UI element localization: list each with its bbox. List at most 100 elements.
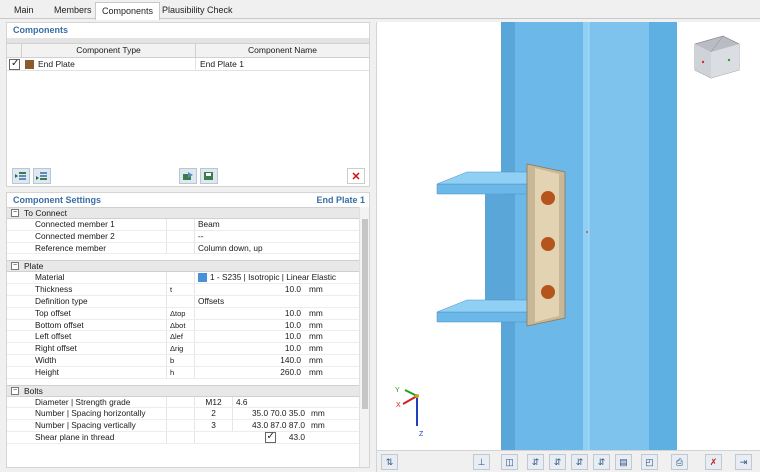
collapse-icon[interactable]: − — [11, 386, 19, 395]
navigation-cube[interactable] — [694, 35, 740, 79]
param-unit: mm — [309, 343, 323, 354]
table-row[interactable]: End Plate End Plate 1 — [7, 58, 369, 71]
material-value[interactable]: 1 - S235 | Isotropic | Linear Elastic — [195, 272, 369, 283]
display-menu-button[interactable]: ▤ — [615, 454, 632, 470]
row-check-cell — [7, 58, 22, 70]
print-icon: ⎙ — [675, 457, 684, 467]
table-row[interactable]: Bottom offset Δbot 10.0 mm — [7, 319, 369, 332]
print-button[interactable]: ⎙ — [671, 454, 688, 470]
param-value-a[interactable]: 2 — [195, 408, 233, 420]
table-row[interactable]: Right offset Δrig 10.0 mm — [7, 343, 369, 355]
row-checkbox[interactable] — [9, 58, 20, 70]
view-toggle-button[interactable]: ⇅ — [381, 454, 398, 470]
export-icon: ⇥ — [739, 457, 748, 467]
column-flange-right — [649, 22, 677, 450]
view-iso-icon: ⇵ — [597, 457, 606, 467]
param-value[interactable]: 10.0 — [195, 284, 305, 295]
table-row[interactable]: Connected member 1 Beam — [7, 219, 369, 231]
param-value-a[interactable]: M12 — [195, 396, 233, 408]
insert-after-icon — [36, 172, 47, 180]
table-row[interactable]: Diameter | Strength grade M12 4.6 — [7, 396, 369, 409]
param-value-b[interactable]: 35.0 70.0 35.0 — [233, 408, 307, 419]
settings-component-name: End Plate 1 — [316, 195, 365, 205]
import-component-button[interactable] — [179, 168, 197, 184]
header-component-type[interactable]: Component Type — [22, 44, 196, 57]
tab-main[interactable]: Main — [8, 2, 40, 19]
view-iso-button[interactable]: ⇵ — [593, 454, 610, 470]
tab-plausibility-check[interactable]: Plausibility Check — [156, 2, 239, 19]
param-name: Connected member 1 — [35, 219, 167, 230]
param-unit: mm — [311, 420, 325, 431]
param-value-b[interactable]: 4.6 — [233, 397, 307, 408]
param-value-a[interactable]: 3 — [195, 420, 233, 431]
table-row[interactable]: Material 1 - S235 | Isotropic | Linear E… — [7, 272, 369, 285]
scrollbar-thumb[interactable] — [362, 219, 368, 409]
param-name: Height — [35, 366, 167, 378]
param-value[interactable]: 10.0 — [195, 343, 305, 354]
table-row[interactable]: Width b 140.0 mm — [7, 354, 369, 367]
param-value[interactable]: -- — [195, 231, 369, 242]
param-unit: mm — [309, 354, 323, 365]
param-unit: mm — [311, 408, 325, 419]
table-row[interactable]: Number | Spacing vertically 3 43.0 87.0 87… — [7, 420, 369, 442]
settings-scrollbar[interactable] — [359, 207, 369, 467]
param-value[interactable]: 10.0 — [195, 331, 305, 342]
param-name: Left offset — [35, 331, 167, 343]
table-row[interactable]: Reference member Column down, up — [7, 242, 369, 255]
row-name-label[interactable]: End Plate 1 — [196, 58, 369, 70]
reset-view-button[interactable]: ✗ — [705, 454, 722, 470]
param-name: Definition type — [35, 295, 167, 307]
insert-after-button[interactable] — [33, 168, 51, 184]
tab-members[interactable]: Members — [48, 2, 98, 19]
param-value[interactable]: Offsets — [195, 296, 369, 307]
table-row[interactable]: Left offset Δlef 10.0 mm — [7, 331, 369, 344]
3d-viewport[interactable]: X Y Z ⇅ ⊥ ◫ ⇵ ⇵ ⇵ ⇵ ▤ ◰ ⎙ ✗ ⇥ — [376, 22, 760, 472]
left-pane: Components Component Type Component Name… — [6, 22, 370, 468]
delete-button[interactable]: ✕ — [347, 168, 365, 184]
param-value[interactable]: 10.0 — [195, 308, 305, 319]
tab-components[interactable]: Components — [95, 2, 161, 20]
param-value[interactable]: Column down, up — [195, 243, 369, 254]
render-settings-button[interactable]: ◫ — [501, 454, 518, 470]
section-label: Plate — [24, 261, 44, 272]
section-plate[interactable]: − Plate — [7, 260, 369, 273]
table-row[interactable]: Height h 260.0 mm — [7, 366, 369, 379]
param-value[interactable]: 260.0 — [195, 367, 305, 378]
section-to-connect[interactable]: − To Connect — [7, 207, 369, 219]
table-row[interactable]: Thickness t 10.0 mm — [7, 284, 369, 296]
header-component-name[interactable]: Component Name — [196, 44, 369, 57]
view-y-button[interactable]: ⇵ — [549, 454, 566, 470]
save-icon — [204, 172, 213, 180]
table-row[interactable]: Shear plane in thread — [7, 431, 369, 444]
row-type-label: End Plate — [38, 59, 75, 69]
table-row[interactable]: Top offset Δtop 10.0 mm — [7, 307, 369, 320]
bolt-head — [541, 191, 555, 205]
param-symbol: Δrig — [167, 343, 195, 354]
view-x-button[interactable]: ⇵ — [527, 454, 544, 470]
insert-before-icon — [15, 172, 26, 180]
param-symbol: Δbot — [167, 319, 195, 331]
collapse-icon[interactable]: − — [11, 209, 19, 217]
param-value-b[interactable]: 43.0 87.0 87.0 43.0 — [233, 420, 307, 442]
components-panel: Components Component Type Component Name… — [6, 22, 370, 187]
shear-plane-checkbox[interactable] — [264, 431, 276, 443]
view-z-button[interactable]: ⇵ — [571, 454, 588, 470]
model-menu-button[interactable]: ◰ — [641, 454, 658, 470]
export-button[interactable]: ⇥ — [735, 454, 752, 470]
param-value[interactable]: Beam — [195, 219, 369, 230]
save-component-button[interactable] — [200, 168, 218, 184]
param-value[interactable]: 10.0 — [195, 320, 305, 331]
param-name: Material — [35, 272, 167, 284]
param-unit: mm — [309, 331, 323, 342]
collapse-icon[interactable]: − — [11, 262, 19, 271]
table-row[interactable]: Definition type Offsets — [7, 295, 369, 308]
insert-before-button[interactable] — [12, 168, 30, 184]
param-name: Bottom offset — [35, 319, 167, 331]
axes-menu-button[interactable]: ⊥ — [473, 454, 490, 470]
param-name: Number | Spacing horizontally — [35, 408, 167, 420]
param-value[interactable]: 140.0 — [195, 355, 305, 366]
section-bolts[interactable]: − Bolts — [7, 384, 369, 397]
table-row[interactable]: Connected member 2 -- — [7, 230, 369, 243]
table-row[interactable]: Number | Spacing horizontally 2 35.0 70.0 … — [7, 408, 369, 421]
component-settings-panel: Component Settings End Plate 1 − To Conn… — [6, 192, 370, 468]
